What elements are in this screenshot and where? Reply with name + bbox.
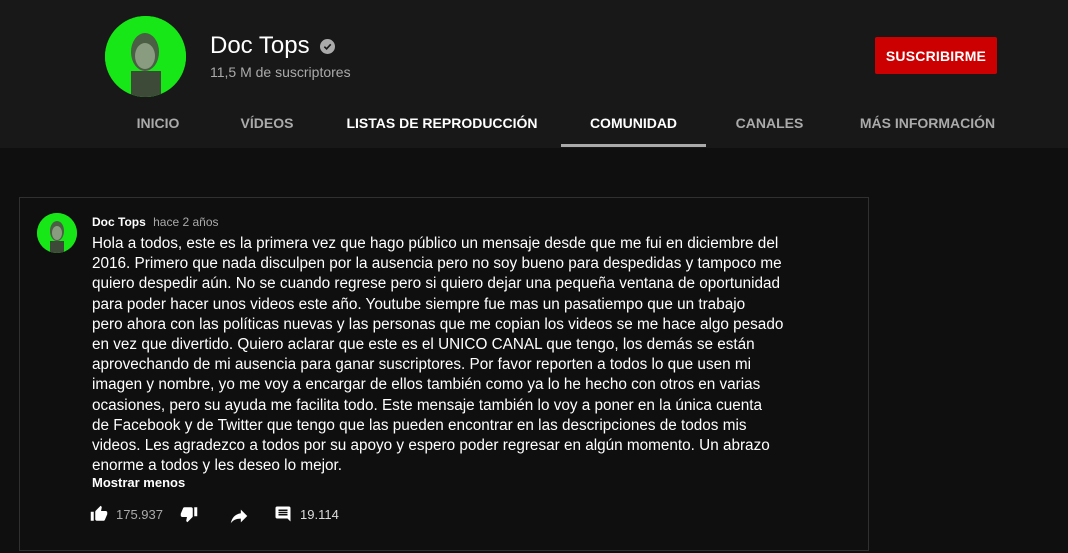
channel-avatar[interactable] [105, 16, 186, 97]
show-less-button[interactable]: Mostrar menos [92, 475, 185, 490]
active-tab-indicator [561, 144, 706, 147]
comment-icon [275, 506, 291, 522]
comment-count: 19.114 [300, 506, 339, 522]
tab-label: CANALES [735, 115, 804, 131]
post-author-name[interactable]: Doc Tops [92, 215, 146, 229]
post-timestamp[interactable]: hace 2 años [153, 215, 218, 229]
tab-label: LISTAS DE REPRODUCCIÓN [346, 115, 538, 131]
thumbs-up-icon [90, 505, 108, 521]
avatar-face-icon [37, 213, 77, 253]
subscriber-count: 11,5 M de suscriptores [210, 64, 351, 80]
comments-button[interactable]: 19.114 [274, 505, 339, 523]
tab-label: MÁS INFORMACIÓN [859, 115, 996, 131]
tab-inicio[interactable]: INICIO [118, 104, 198, 148]
like-button[interactable]: 175.937 [90, 505, 163, 523]
channel-header: Doc Tops 11,5 M de suscriptores SUSCRIBI… [0, 0, 1068, 148]
channel-name-text: Doc Tops [210, 32, 310, 59]
share-button[interactable] [228, 505, 250, 527]
verified-badge-icon [319, 38, 335, 54]
tab-label: VÍDEOS [240, 115, 294, 131]
community-post: Doc Tops hace 2 años Hola a todos, este … [19, 197, 869, 551]
tab-label: COMUNIDAD [589, 115, 678, 131]
subscribe-button[interactable]: SUSCRIBIRME [875, 37, 997, 74]
post-meta: Doc Tops hace 2 años [92, 215, 219, 229]
tab-mas-informacion[interactable]: MÁS INFORMACIÓN [850, 104, 1005, 148]
avatar-face-icon [105, 16, 186, 97]
channel-title: Doc Tops [210, 32, 335, 60]
tab-canales[interactable]: CANALES [722, 104, 817, 148]
share-icon [230, 509, 248, 524]
tab-videos[interactable]: VÍDEOS [225, 104, 309, 148]
thumbs-down-icon [180, 507, 198, 523]
like-count: 175.937 [116, 506, 163, 522]
channel-tabs: INICIO VÍDEOS LISTAS DE REPRODUCCIÓN COM… [0, 104, 1068, 148]
dislike-button[interactable] [180, 505, 198, 523]
post-author-avatar[interactable] [37, 213, 77, 253]
tab-comunidad[interactable]: COMUNIDAD [561, 104, 706, 148]
tab-label: INICIO [136, 115, 180, 131]
post-text: Hola a todos, este es la primera vez que… [92, 235, 784, 475]
tab-listas[interactable]: LISTAS DE REPRODUCCIÓN [340, 104, 544, 148]
